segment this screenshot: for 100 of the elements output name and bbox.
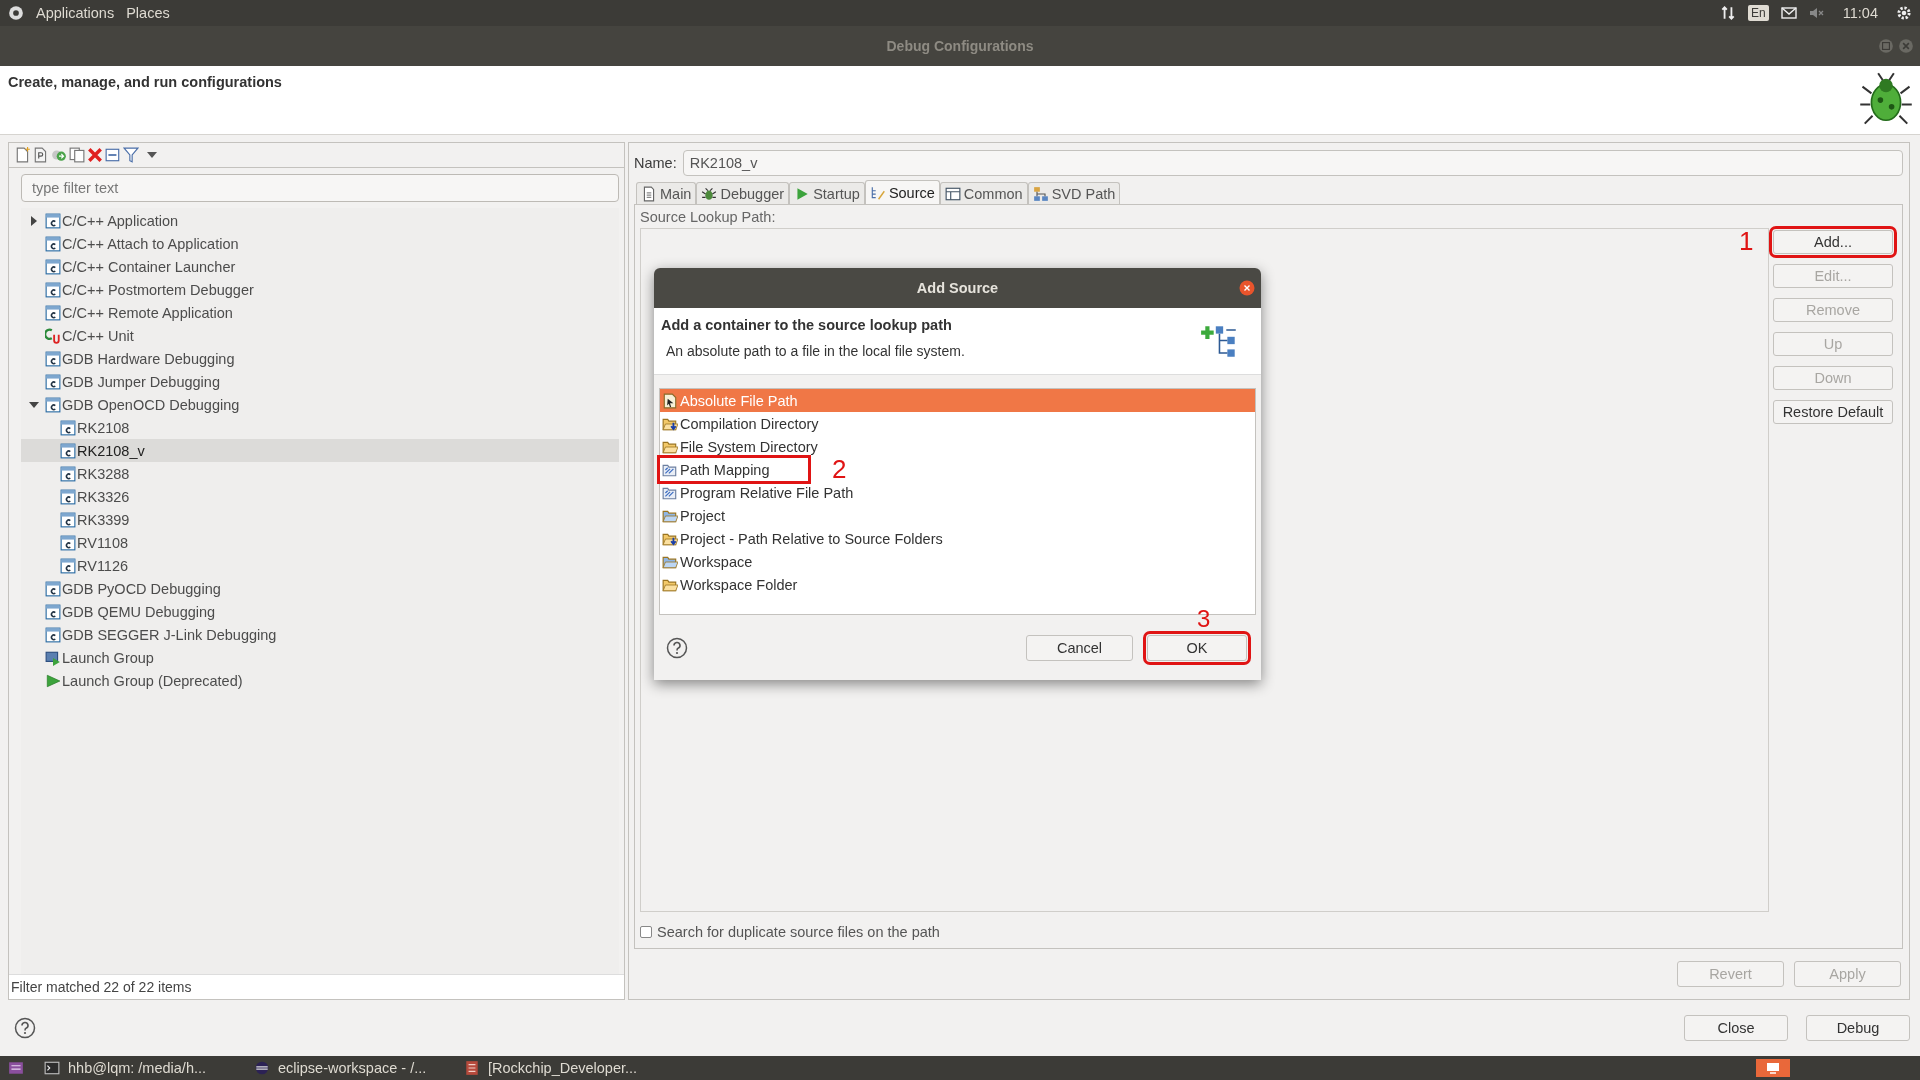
- config-icon: [60, 465, 76, 482]
- tree-item[interactable]: C/C++ Attach to Application: [21, 232, 619, 255]
- config-icon: [45, 580, 61, 597]
- tree-item[interactable]: C/C++ Application: [21, 209, 619, 232]
- config-icon: [45, 304, 61, 321]
- list-item[interactable]: Project - Path Relative to Source Folders: [660, 527, 1255, 550]
- tab[interactable]: Source: [864, 180, 940, 204]
- tree-item[interactable]: C/C++ Unit: [21, 324, 619, 347]
- table-icon: [944, 185, 961, 202]
- dialog-button[interactable]: Close: [1684, 1015, 1788, 1041]
- filter-status: Filter matched 22 of 22 items: [9, 974, 624, 999]
- tree-item[interactable]: C/C++ Remote Application: [21, 301, 619, 324]
- play-icon: [45, 672, 61, 689]
- file-icon: [662, 392, 678, 409]
- source-icon: [869, 184, 886, 201]
- eclipse-icon: [254, 1060, 270, 1076]
- list-item[interactable]: Program Relative File Path: [660, 481, 1255, 504]
- new-prototype-icon[interactable]: [33, 147, 49, 163]
- list-item[interactable]: Path Mapping: [660, 458, 808, 481]
- muted-speaker-icon[interactable]: [1808, 5, 1825, 21]
- close-icon[interactable]: [1239, 280, 1255, 296]
- name-label: Name:: [634, 155, 677, 171]
- source-lookup-label: Source Lookup Path:: [640, 209, 777, 225]
- tab[interactable]: SVD Path: [1027, 182, 1121, 204]
- launch-group-icon: [45, 649, 61, 666]
- taskbar-item[interactable]: hhb@lqm: /media/h...: [44, 1060, 234, 1076]
- new-file-icon[interactable]: [15, 147, 31, 163]
- taskbar-item[interactable]: [Rockchip_Developer...: [464, 1060, 654, 1076]
- delete-icon[interactable]: [87, 147, 103, 163]
- tree-item[interactable]: Launch Group (Deprecated): [21, 669, 619, 692]
- annotation-number: 1: [1739, 228, 1754, 254]
- expand-arrow-icon[interactable]: [29, 215, 39, 226]
- tree-item[interactable]: RK3288: [21, 462, 619, 485]
- config-icon: [45, 350, 61, 367]
- collapse-all-icon[interactable]: [105, 147, 121, 163]
- export-icon[interactable]: [51, 147, 67, 163]
- tree-item[interactable]: C/C++ Container Launcher: [21, 255, 619, 278]
- window-title: Debug Configurations: [886, 38, 1034, 54]
- tree-item[interactable]: Launch Group: [21, 646, 619, 669]
- bug-icon: [701, 185, 718, 202]
- document-icon: [464, 1060, 480, 1076]
- config-icon: [45, 626, 61, 643]
- workspace-switcher-icon[interactable]: [8, 1060, 24, 1076]
- list-item[interactable]: File System Directory: [660, 435, 1255, 458]
- config-icon: [45, 281, 61, 298]
- tree-item[interactable]: GDB Hardware Debugging: [21, 347, 619, 370]
- terminal-icon: [44, 1060, 60, 1076]
- monitor-icon[interactable]: [1756, 1059, 1790, 1077]
- system-icon: [8, 5, 24, 21]
- help-icon[interactable]: [14, 1017, 36, 1039]
- tree-item[interactable]: RK3399: [21, 508, 619, 531]
- checkbox[interactable]: [640, 926, 652, 938]
- dialog-button[interactable]: Cancel: [1026, 634, 1133, 661]
- tree-item[interactable]: RV1126: [21, 554, 619, 577]
- clock[interactable]: 11:04: [1842, 5, 1878, 21]
- config-icon: [60, 534, 76, 551]
- tree-item[interactable]: RK2108: [21, 416, 619, 439]
- config-icon: [60, 488, 76, 505]
- tab[interactable]: Startup: [789, 182, 865, 204]
- tree-item[interactable]: GDB OpenOCD Debugging: [21, 393, 619, 416]
- filter-field[interactable]: type filter text: [21, 174, 619, 202]
- side-button[interactable]: Restore Default: [1773, 400, 1893, 424]
- help-icon[interactable]: [666, 636, 688, 659]
- config-icon: [45, 258, 61, 275]
- network-icon[interactable]: [1720, 5, 1737, 21]
- settings-icon[interactable]: [1896, 5, 1912, 21]
- tree-item[interactable]: RK2108_v: [21, 439, 619, 462]
- dialog-button[interactable]: Debug: [1806, 1015, 1910, 1041]
- list-item[interactable]: Workspace Folder: [660, 573, 1255, 596]
- header-title: Create, manage, and run configurations: [8, 74, 282, 90]
- config-icon: [45, 603, 61, 620]
- tree-item[interactable]: GDB PyOCD Debugging: [21, 577, 619, 600]
- tree-item[interactable]: GDB QEMU Debugging: [21, 600, 619, 623]
- filter-icon[interactable]: [123, 147, 139, 163]
- duplicate-icon[interactable]: [69, 147, 85, 163]
- tree-item[interactable]: RV1108: [21, 531, 619, 554]
- list-item[interactable]: Workspace: [660, 550, 1255, 573]
- tab[interactable]: Debugger: [696, 182, 790, 204]
- tab[interactable]: Common: [939, 182, 1028, 204]
- config-icon: [45, 373, 61, 390]
- tree-item[interactable]: GDB SEGGER J-Link Debugging: [21, 623, 619, 646]
- config-icon: [60, 557, 76, 574]
- list-item[interactable]: Project: [660, 504, 1255, 527]
- dropdown-caret-icon[interactable]: [147, 152, 157, 158]
- collapse-arrow-icon[interactable]: [29, 399, 39, 410]
- keyboard-indicator[interactable]: En: [1748, 5, 1769, 21]
- bug-icon: [1858, 71, 1914, 127]
- annotation-number: 2: [832, 456, 847, 482]
- tree-item[interactable]: GDB Jumper Debugging: [21, 370, 619, 393]
- tree-item[interactable]: RK3326: [21, 485, 619, 508]
- panel-menu[interactable]: Applications: [36, 5, 115, 21]
- config-icon: [45, 212, 61, 229]
- document-icon: [641, 185, 657, 202]
- tree-item[interactable]: C/C++ Postmortem Debugger: [21, 278, 619, 301]
- name-field[interactable]: RK2108_v: [682, 150, 1903, 176]
- mail-icon[interactable]: [1780, 5, 1797, 21]
- tab[interactable]: Main: [636, 182, 697, 204]
- taskbar-item[interactable]: eclipse-workspace - /...: [254, 1060, 444, 1076]
- panel-menu[interactable]: Places: [126, 5, 170, 21]
- list-item[interactable]: Compilation Directory: [660, 412, 1255, 435]
